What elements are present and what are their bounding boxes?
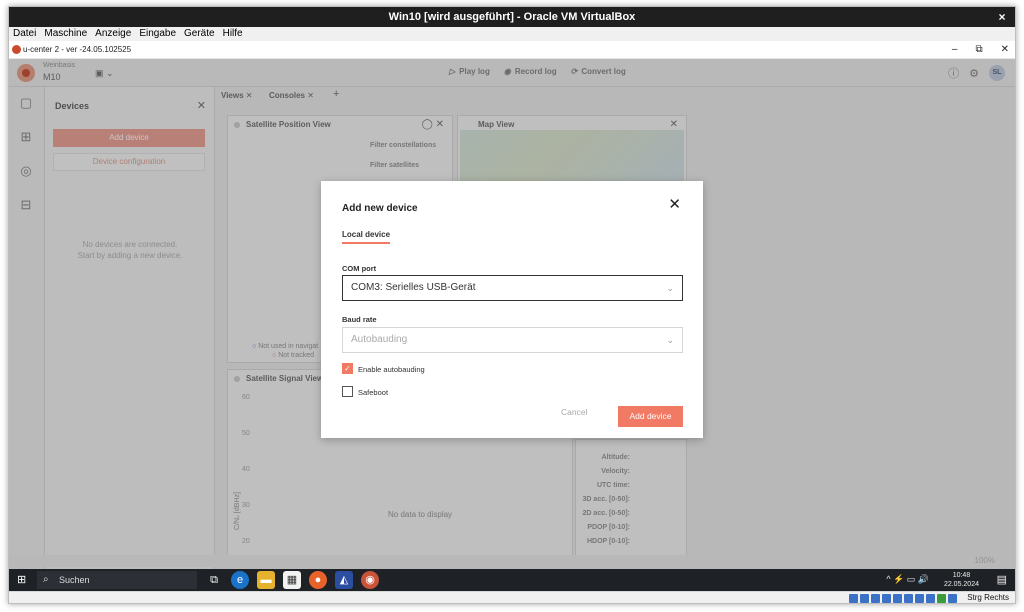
virtualbox-title-bar: Win10 [wird ausgeführt] - Oracle VM Virt… xyxy=(9,7,1015,27)
explorer-icon[interactable]: ▬ xyxy=(257,571,275,589)
host-key: Strg Rechts xyxy=(967,593,1009,602)
menu-anzeige[interactable]: Anzeige xyxy=(95,27,131,41)
safeboot-label: Safeboot xyxy=(358,388,389,397)
firefox-icon[interactable]: ● xyxy=(309,571,327,589)
shared-folder-icon[interactable] xyxy=(904,594,913,603)
mouse-icon[interactable] xyxy=(948,594,957,603)
windows-start-icon[interactable]: ⊞ xyxy=(17,574,29,586)
disk-icon[interactable] xyxy=(849,594,858,603)
store-icon[interactable]: ▦ xyxy=(283,571,301,589)
taskbar-clock[interactable]: 10:48 22.05.2024 xyxy=(944,571,979,589)
virtualbox-device-icons xyxy=(849,594,957,603)
baud-rate-label: Baud rate xyxy=(342,315,377,324)
dialog-title: Add new device xyxy=(342,203,418,214)
windows-taskbar: ⊞ ⌕ Suchen ⧉ e ▬ ▦ ● ◭ ◉ ^ ⚡ ▭ 🔊 10:48 2… xyxy=(9,569,1015,591)
menu-maschine[interactable]: Maschine xyxy=(44,27,87,41)
system-tray-icons[interactable]: ^ ⚡ ▭ 🔊 xyxy=(886,574,929,585)
add-device-submit-button[interactable]: Add device xyxy=(618,406,683,427)
search-icon: ⌕ xyxy=(43,574,49,585)
guest-window-title-bar: u-center 2 - ver -24.05.102525 – ⧉ ✕ xyxy=(9,41,1015,59)
menu-hilfe[interactable]: Hilfe xyxy=(223,27,243,41)
taskbar-search[interactable]: ⌕ Suchen xyxy=(37,571,197,589)
u-center-logo-icon xyxy=(12,45,21,54)
notification-icon[interactable]: ▤ xyxy=(997,573,1007,586)
usb-icon[interactable] xyxy=(893,594,902,603)
maximize-button[interactable]: ⧉ xyxy=(975,41,982,59)
virtualbox-close-button[interactable]: × xyxy=(995,7,1009,27)
window-controls: – ⧉ ✕ xyxy=(952,41,1009,59)
com-port-select[interactable]: COM3: Serielles USB-Gerät ⌄ xyxy=(342,275,683,301)
baud-rate-select[interactable]: Autobauding ⌄ xyxy=(342,327,683,353)
chevron-down-icon: ⌄ xyxy=(666,283,674,293)
edge-icon[interactable]: e xyxy=(231,571,249,589)
virtualbox-status-bar: Strg Rechts xyxy=(9,591,1015,603)
taskbar-apps: ⧉ e ▬ ▦ ● ◭ ◉ xyxy=(205,571,379,589)
guest-window-title: u-center 2 - ver -24.05.102525 xyxy=(23,45,132,54)
network-icon[interactable] xyxy=(882,594,891,603)
menu-eingabe[interactable]: Eingabe xyxy=(139,27,176,41)
add-device-dialog: Add new device ✕ Local device COM port C… xyxy=(321,181,703,438)
enable-autobauding-checkbox[interactable]: ✓ xyxy=(342,363,353,374)
close-button[interactable]: ✕ xyxy=(1001,41,1009,59)
virtualbox-title: Win10 [wird ausgeführt] - Oracle VM Virt… xyxy=(388,11,636,23)
u-center-taskbar-icon[interactable]: ◉ xyxy=(361,571,379,589)
task-view-icon[interactable]: ⧉ xyxy=(205,571,223,589)
recording-icon[interactable] xyxy=(926,594,935,603)
safeboot-checkbox[interactable] xyxy=(342,386,353,397)
chevron-down-icon: ⌄ xyxy=(666,335,674,345)
audio-icon[interactable] xyxy=(871,594,880,603)
menu-datei[interactable]: Datei xyxy=(13,27,36,41)
cpu-icon[interactable] xyxy=(937,594,946,603)
com-port-label: COM port xyxy=(342,264,377,273)
cancel-button[interactable]: Cancel xyxy=(561,407,587,417)
tab-local-device[interactable]: Local device xyxy=(342,230,391,244)
optical-icon[interactable] xyxy=(860,594,869,603)
minimize-button[interactable]: – xyxy=(952,41,958,59)
enable-autobauding-label: Enable autobauding xyxy=(358,365,425,374)
virtualbox-menu-bar: Datei Maschine Anzeige Eingabe Geräte Hi… xyxy=(9,27,1015,41)
menu-geraete[interactable]: Geräte xyxy=(184,27,215,41)
app-icon[interactable]: ◭ xyxy=(335,571,353,589)
display-icon[interactable] xyxy=(915,594,924,603)
dialog-close-icon[interactable]: ✕ xyxy=(668,195,681,213)
